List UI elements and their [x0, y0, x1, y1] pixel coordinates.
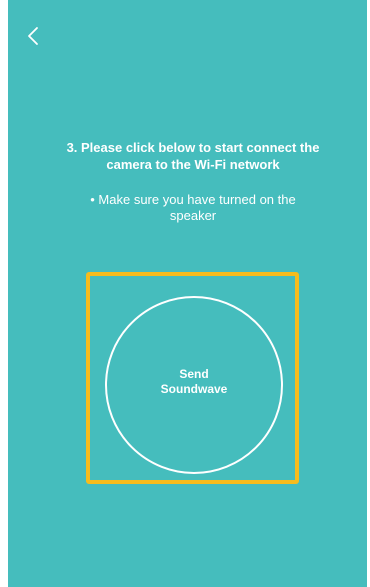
instruction-hint: • Make sure you have turned on the speak…	[90, 192, 296, 223]
send-soundwave-label-line1: Send	[179, 367, 209, 381]
back-button[interactable]	[18, 22, 46, 50]
app-screen: 3. Please click below to start connect t…	[8, 0, 367, 587]
instruction-title: 3. Please click below to start connect t…	[66, 140, 320, 172]
send-soundwave-button[interactable]: Send Soundwave	[105, 296, 283, 474]
chevron-left-icon	[28, 27, 38, 45]
send-soundwave-label-line2: Soundwave	[160, 382, 228, 396]
